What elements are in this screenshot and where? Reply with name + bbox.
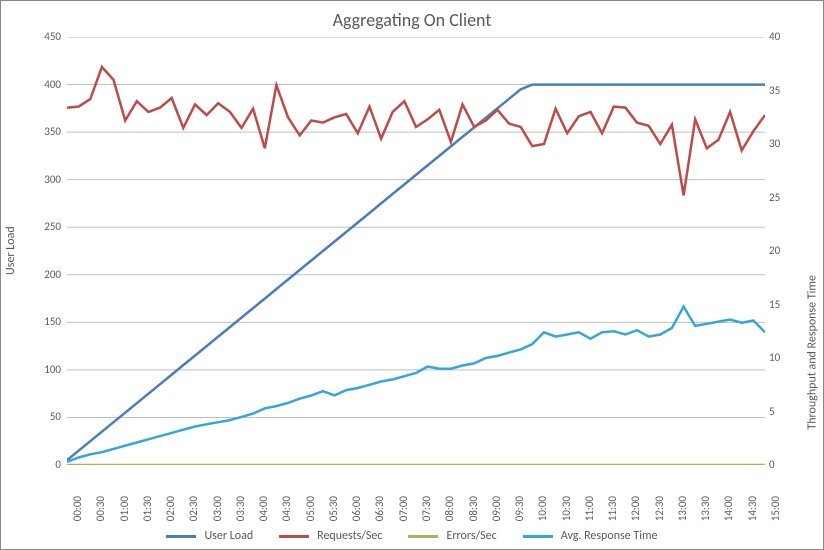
y2-tick-label: 0 [769, 458, 801, 471]
y1-tick-label: 0 [29, 458, 61, 471]
x-tick-label: 09:30 [513, 496, 526, 521]
y1-tick-label: 100 [29, 363, 61, 376]
y2-tick-label: 10 [769, 351, 801, 364]
y2-tick-label: 20 [769, 244, 801, 257]
x-tick-label: 03:00 [211, 496, 224, 521]
x-tick-label: 06:30 [373, 496, 386, 521]
x-tick-label: 12:00 [629, 496, 642, 521]
x-tick-label: 10:00 [536, 496, 549, 521]
y2-tick-label: 25 [769, 191, 801, 204]
y2-axis-label: Throughput and Response Time [806, 275, 820, 430]
plot-area [67, 37, 765, 465]
legend: User Load Requests/Sec Errors/Sec Avg. R… [1, 529, 823, 543]
y1-tick-label: 450 [29, 30, 61, 43]
y1-tick-label: 50 [29, 410, 61, 423]
x-tick-label: 02:30 [187, 496, 200, 521]
y2-tick-label: 35 [769, 84, 801, 97]
y2-tick-label: 5 [769, 405, 801, 418]
legend-label: User Load [204, 529, 253, 543]
x-tick-label: 02:00 [164, 496, 177, 521]
legend-swatch [408, 535, 438, 538]
x-tick-label: 10:30 [560, 496, 573, 521]
x-tick-label: 08:30 [467, 496, 480, 521]
chart-title: Aggregating On Client [1, 9, 823, 31]
x-tick-label: 12:30 [653, 496, 666, 521]
x-tick-label: 11:30 [606, 496, 619, 521]
y1-tick-label: 300 [29, 173, 61, 186]
x-tick-label: 13:00 [676, 496, 689, 521]
legend-item-requests-sec: Requests/Sec [279, 529, 382, 543]
legend-label: Requests/Sec [317, 529, 382, 543]
legend-swatch [523, 535, 553, 538]
y2-tick-label: 40 [769, 30, 801, 43]
chart-container: Aggregating On Client User Load Throughp… [0, 0, 824, 550]
x-tick-label: 03:30 [234, 496, 247, 521]
x-tick-label: 05:00 [304, 496, 317, 521]
x-tick-label: 11:00 [583, 496, 596, 521]
x-tick-label: 14:30 [746, 496, 759, 521]
x-tick-label: 07:00 [397, 496, 410, 521]
x-tick-label: 13:30 [699, 496, 712, 521]
x-tick-label: 00:30 [94, 496, 107, 521]
x-tick-label: 14:00 [722, 496, 735, 521]
x-tick-label: 00:00 [71, 496, 84, 521]
y1-tick-label: 150 [29, 315, 61, 328]
x-tick-label: 01:00 [118, 496, 131, 521]
legend-swatch [279, 535, 309, 538]
y2-tick-label: 30 [769, 137, 801, 150]
y1-axis-label: User Load [4, 226, 18, 275]
y1-tick-label: 200 [29, 268, 61, 281]
x-tick-label: 07:30 [420, 496, 433, 521]
legend-item-errors-sec: Errors/Sec [408, 529, 496, 543]
y1-tick-label: 400 [29, 78, 61, 91]
x-tick-label: 01:30 [141, 496, 154, 521]
x-tick-label: 15:00 [769, 496, 782, 521]
y1-tick-label: 250 [29, 220, 61, 233]
x-tick-label: 06:00 [350, 496, 363, 521]
y1-tick-label: 350 [29, 125, 61, 138]
legend-item-avg-response-time: Avg. Response Time [523, 529, 658, 543]
x-tick-label: 05:30 [327, 496, 340, 521]
legend-swatch [166, 535, 196, 538]
legend-item-user-load: User Load [166, 529, 253, 543]
x-tick-label: 09:00 [490, 496, 503, 521]
x-tick-label: 04:30 [280, 496, 293, 521]
y2-tick-label: 15 [769, 298, 801, 311]
legend-label: Avg. Response Time [561, 529, 658, 543]
x-tick-label: 04:00 [257, 496, 270, 521]
x-tick-label: 08:00 [443, 496, 456, 521]
legend-label: Errors/Sec [446, 529, 496, 543]
x-ticks: 00:0000:3001:0001:3002:0002:3003:0003:30… [67, 465, 765, 509]
